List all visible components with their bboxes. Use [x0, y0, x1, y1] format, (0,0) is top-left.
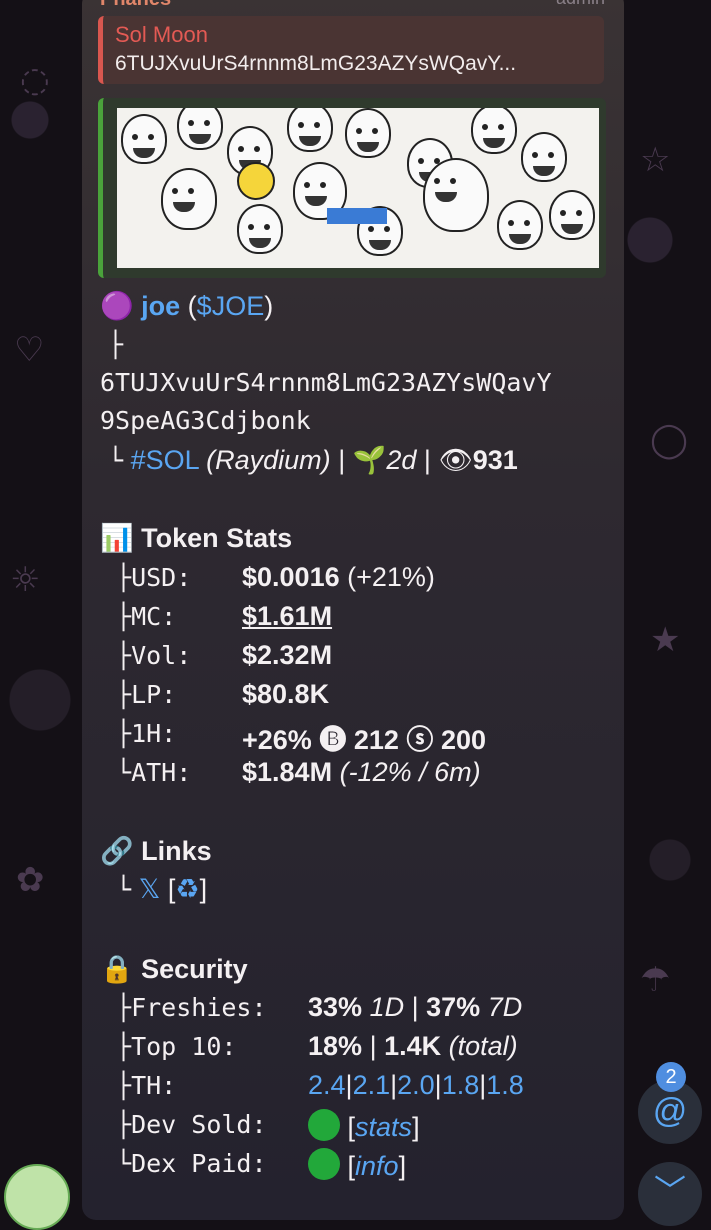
art-yellow-face [237, 162, 275, 200]
eye-icon: 👁 [438, 445, 473, 475]
tree-branch: ├ [108, 330, 124, 359]
doodle-cookie-icon: ◌ [20, 60, 50, 100]
links-row: └ 𝕏 [♻] [116, 874, 208, 904]
chevron-down-icon: ﹀ [653, 1173, 686, 1209]
mentions-count-badge: 2 [656, 1062, 686, 1092]
reply-text: 6TUJXvuUrS4rnnm8LmG23AZYsWQavY... [115, 52, 517, 75]
x-twitter-link-icon[interactable]: 𝕏 [139, 874, 161, 904]
reply-title: Sol Moon [115, 22, 208, 47]
view-count: 931 [472, 445, 518, 475]
buys-count: 212 [353, 725, 399, 755]
green-check-circle-icon [308, 1148, 340, 1180]
holder-link-4[interactable]: 1.8 [442, 1070, 480, 1100]
art-face [497, 200, 543, 250]
doodle-sun-icon: ☼ [10, 560, 41, 600]
art-face [471, 108, 517, 154]
recycle-link-icon[interactable]: ♻ [175, 874, 199, 904]
chain-hashtag[interactable]: #SOL [131, 445, 199, 475]
link-chain-icon: 🔗 [100, 836, 134, 866]
art-face [161, 168, 217, 230]
chain-line: └ #SOL (Raydium) | 🌱2d | 👁931 [108, 445, 518, 475]
usd-change: (+21%) [347, 562, 435, 592]
link-preview[interactable] [98, 98, 606, 278]
art-face [345, 108, 391, 158]
art-face [423, 158, 489, 232]
token-ticker-link[interactable]: $JOE [197, 291, 265, 321]
doodle-flower-icon: ✿ [16, 860, 45, 900]
preview-image[interactable] [117, 108, 599, 268]
stat-row-mc: ├MC: $1.61M [116, 601, 333, 631]
stat-row-usd: ├USD: $0.0016 (+21%) [116, 562, 435, 592]
contract-address-line1[interactable]: 6TUJXvuUrS4rnnm8LmG23AZYsWQavY [100, 368, 552, 397]
security-row-th: ├TH: 2.4|2.1|2.0|1.8|1.8 [116, 1070, 524, 1100]
art-face [521, 132, 567, 182]
bar-chart-icon: 📊 [100, 523, 134, 553]
security-row-dev-sold: ├Dev Sold: [stats] [116, 1109, 420, 1142]
1h-change: +26% [242, 725, 312, 755]
holder-link-1[interactable]: 2.4 [308, 1070, 346, 1100]
token-age: 2d [386, 445, 417, 475]
sender-avatar[interactable] [4, 1164, 70, 1230]
security-row-top10: ├Top 10: 18% | 1.4K (total) [116, 1031, 518, 1061]
volume-value: $2.32M [242, 640, 333, 670]
doodle-star-icon: ☆ [640, 140, 671, 180]
liquidity-value: $80.8K [242, 679, 330, 709]
stat-row-lp: ├LP: $80.8K [116, 679, 330, 709]
art-face [287, 108, 333, 152]
security-row-dex-paid: └Dex Paid: [info] [116, 1148, 407, 1181]
sender-role: admin [556, 0, 605, 9]
dev-stats-link[interactable]: stats [355, 1112, 412, 1142]
holder-link-5[interactable]: 1.8 [486, 1070, 524, 1100]
doodle-umbrella-icon: ☂ [640, 960, 671, 1000]
token-name-link[interactable]: joe [141, 291, 180, 321]
buys-icon: 🅑 [319, 725, 347, 755]
lock-icon: 🔒 [100, 954, 134, 984]
market-cap-link[interactable]: $1.61M [242, 601, 332, 632]
dex-info-link[interactable]: info [355, 1151, 399, 1181]
links-heading: 🔗 Links [100, 836, 212, 866]
art-face [549, 190, 595, 240]
doodle-star-icon: ★ [650, 620, 681, 660]
contract-address-line2[interactable]: 9SpeAG3Cdjbonk [100, 406, 311, 435]
holder-link-3[interactable]: 2.0 [397, 1070, 435, 1100]
stat-row-ath: └ATH: $1.84M (-12% / 6m) [116, 757, 481, 787]
reply-quote[interactable]: Sol Moon 6TUJXvuUrS4rnnm8LmG23AZYsWQavY.… [98, 16, 604, 84]
green-check-circle-icon [308, 1109, 340, 1141]
art-face [177, 108, 223, 150]
art-blue-cape [327, 208, 387, 224]
token-title-line: 🟣 joe ($JOE) [100, 291, 274, 321]
holder-link-2[interactable]: 2.1 [353, 1070, 391, 1100]
security-row-freshies: ├Freshies: 33% 1D | 37% 7D [116, 992, 523, 1022]
sells-icon: ⓢ [406, 725, 434, 755]
art-face [121, 114, 167, 164]
scroll-down-button[interactable]: ﹀ [638, 1162, 702, 1226]
security-heading: 🔒 Security [100, 954, 248, 984]
sender-name[interactable]: Phanes [100, 0, 171, 11]
purple-dot-icon: 🟣 [100, 291, 134, 321]
art-face [237, 204, 283, 254]
doodle-balloon-icon: ◯ [650, 420, 689, 460]
sells-count: 200 [440, 725, 486, 755]
token-stats-heading: 📊 Token Stats [100, 523, 293, 553]
ath-change: (-12% / 6m) [339, 757, 481, 787]
dex-name: (Raydium) [206, 445, 331, 475]
ath-value: $1.84M [242, 757, 333, 787]
doodle-heart-icon: ♡ [14, 330, 45, 370]
seedling-icon: 🌱 [352, 445, 387, 475]
at-icon: @ [652, 1092, 688, 1130]
usd-price: $0.0016 [242, 562, 340, 592]
stat-row-1h: ├1H: +26% 🅑 212 ⓢ 200 [116, 719, 486, 755]
stat-row-vol: ├Vol: $2.32M [116, 640, 333, 670]
